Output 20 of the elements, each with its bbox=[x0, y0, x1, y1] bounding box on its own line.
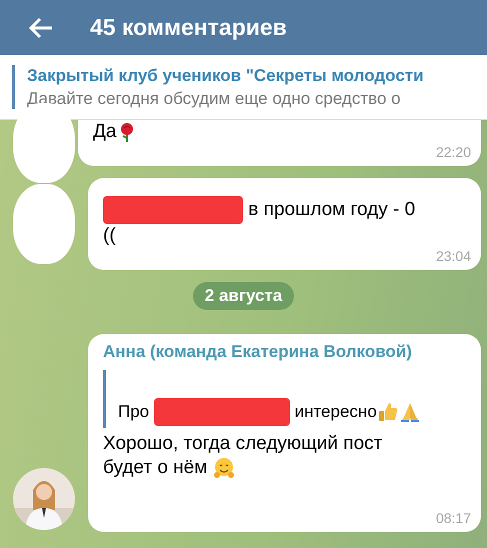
message-text: будет о нём bbox=[103, 456, 208, 480]
pinned-title: Закрытый клуб учеников "Секреты молодости bbox=[27, 66, 424, 86]
message-text: Про bbox=[118, 402, 150, 422]
header-title: 45 комментариев bbox=[90, 14, 287, 41]
folded-hands-icon bbox=[398, 401, 421, 423]
message-time: 22:20 bbox=[436, 144, 471, 160]
back-arrow-icon[interactable] bbox=[28, 16, 54, 38]
smiling-face-icon bbox=[212, 457, 235, 479]
message-text: Хорошо, тогда следующий пост bbox=[103, 432, 382, 456]
pinned-message[interactable]: Закрытый клуб учеников "Секреты молодости Давайте сегодня обсудим еще одно средство о bbox=[0, 55, 487, 120]
sender-name: Анна (команда Екатерина Волковой) bbox=[103, 342, 413, 362]
pinned-text: Давайте сегодня обсудим еще одно средство о bbox=[27, 88, 402, 108]
message-time: 23:04 bbox=[436, 248, 471, 264]
date-label: 2 августа bbox=[192, 282, 294, 310]
message-text: (( bbox=[103, 224, 116, 248]
message-text: Да bbox=[93, 120, 116, 144]
thumbs-up-icon bbox=[376, 401, 399, 423]
message-time: 08:17 bbox=[436, 510, 471, 526]
message-text: в прошлом году - 0 bbox=[247, 198, 416, 222]
message-text: интересно bbox=[294, 402, 377, 422]
